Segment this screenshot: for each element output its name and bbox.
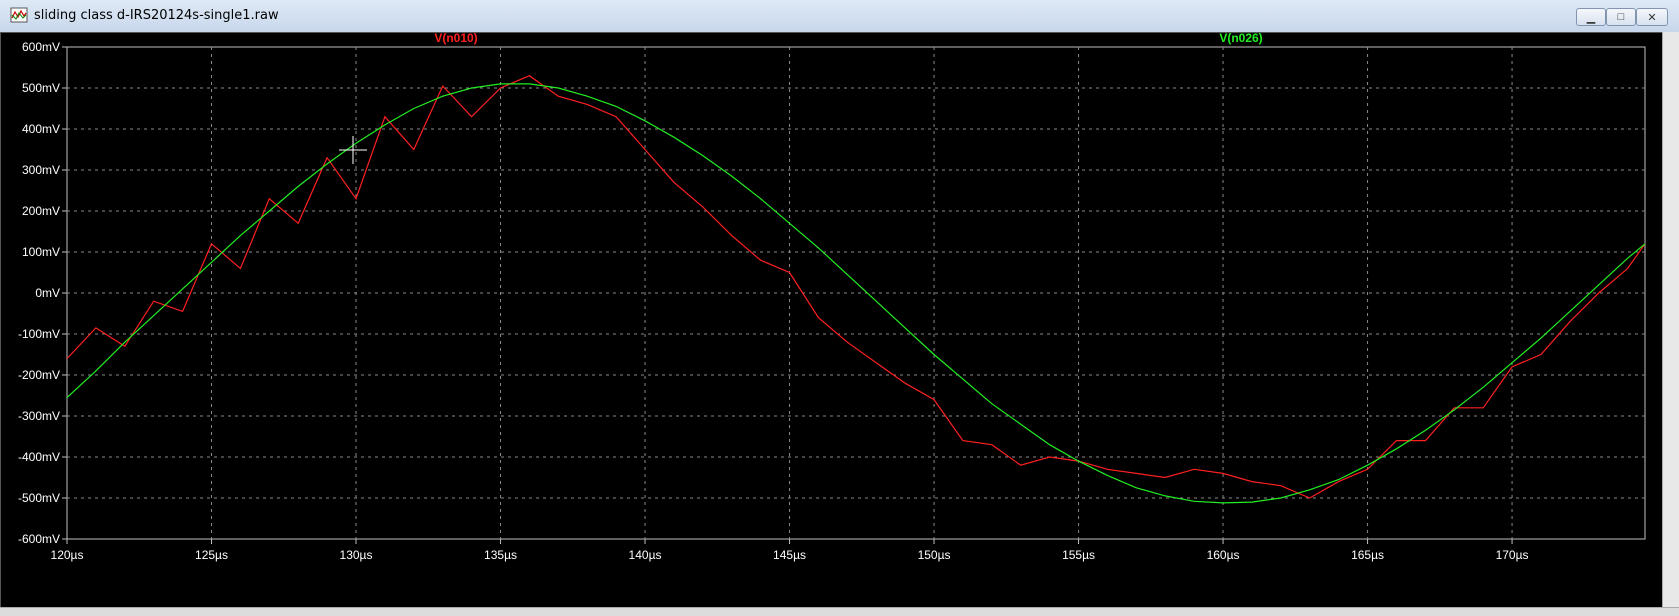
y-tick-label: 300mV bbox=[22, 163, 60, 177]
close-icon: ✕ bbox=[1647, 11, 1657, 24]
window-title: sliding class d-IRS20124s-single1.raw bbox=[34, 8, 279, 23]
y-tick-label: -100mV bbox=[18, 327, 60, 341]
close-button[interactable]: ✕ bbox=[1636, 8, 1668, 26]
y-tick-label: -500mV bbox=[18, 491, 60, 505]
vertical-scrollbar[interactable] bbox=[1662, 32, 1679, 607]
y-tick-label: -400mV bbox=[18, 450, 60, 464]
y-tick-label: -600mV bbox=[18, 532, 60, 546]
minimize-icon: ▁ bbox=[1586, 11, 1596, 24]
x-tick-label: 160µs bbox=[1207, 548, 1240, 562]
y-tick-label: -200mV bbox=[18, 368, 60, 382]
maximize-button[interactable]: □ bbox=[1606, 8, 1636, 26]
x-tick-label: 170µs bbox=[1496, 548, 1529, 562]
plot-pane[interactable]: 600mV 500mV 400mV 300mV 200mV 100mV 0mV -100mV -… bbox=[0, 31, 1664, 609]
y-tick-label: 400mV bbox=[22, 122, 60, 136]
y-tick-label: 200mV bbox=[22, 204, 60, 218]
y-tick-label: 100mV bbox=[22, 245, 60, 259]
maximize-icon: □ bbox=[1617, 11, 1625, 23]
series-line-v-n010- bbox=[66, 75, 1646, 499]
minimize-button[interactable]: ▁ bbox=[1576, 8, 1606, 26]
x-tick-label: 120µs bbox=[51, 548, 84, 562]
plot-frame bbox=[66, 46, 1646, 540]
waveform-plot[interactable]: 600mV 500mV 400mV 300mV 200mV 100mV 0mV -100mV -… bbox=[1, 31, 1663, 608]
x-tick-label: 150µs bbox=[918, 548, 951, 562]
x-tick-label: 145µs bbox=[773, 548, 806, 562]
waveform-app-icon bbox=[10, 7, 28, 23]
trace-label[interactable]: V(n026) bbox=[1219, 31, 1262, 45]
y-tick-label: -300mV bbox=[18, 409, 60, 423]
y-tick-label: 600mV bbox=[22, 40, 60, 54]
x-tick-label: 140µs bbox=[629, 548, 662, 562]
x-tick-label: 165µs bbox=[1351, 548, 1384, 562]
x-tick-label: 155µs bbox=[1062, 548, 1095, 562]
y-tick-label: 500mV bbox=[22, 81, 60, 95]
waveform-window: sliding class d-IRS20124s-single1.raw ▁ … bbox=[0, 0, 1679, 616]
x-tick-label: 130µs bbox=[340, 548, 373, 562]
trace-label[interactable]: V(n010) bbox=[434, 31, 477, 45]
y-tick-label: 0mV bbox=[35, 286, 60, 300]
x-tick-label: 125µs bbox=[195, 548, 228, 562]
title-bar[interactable]: sliding class d-IRS20124s-single1.raw ▁ … bbox=[0, 0, 1679, 33]
x-tick-label: 135µs bbox=[484, 548, 517, 562]
